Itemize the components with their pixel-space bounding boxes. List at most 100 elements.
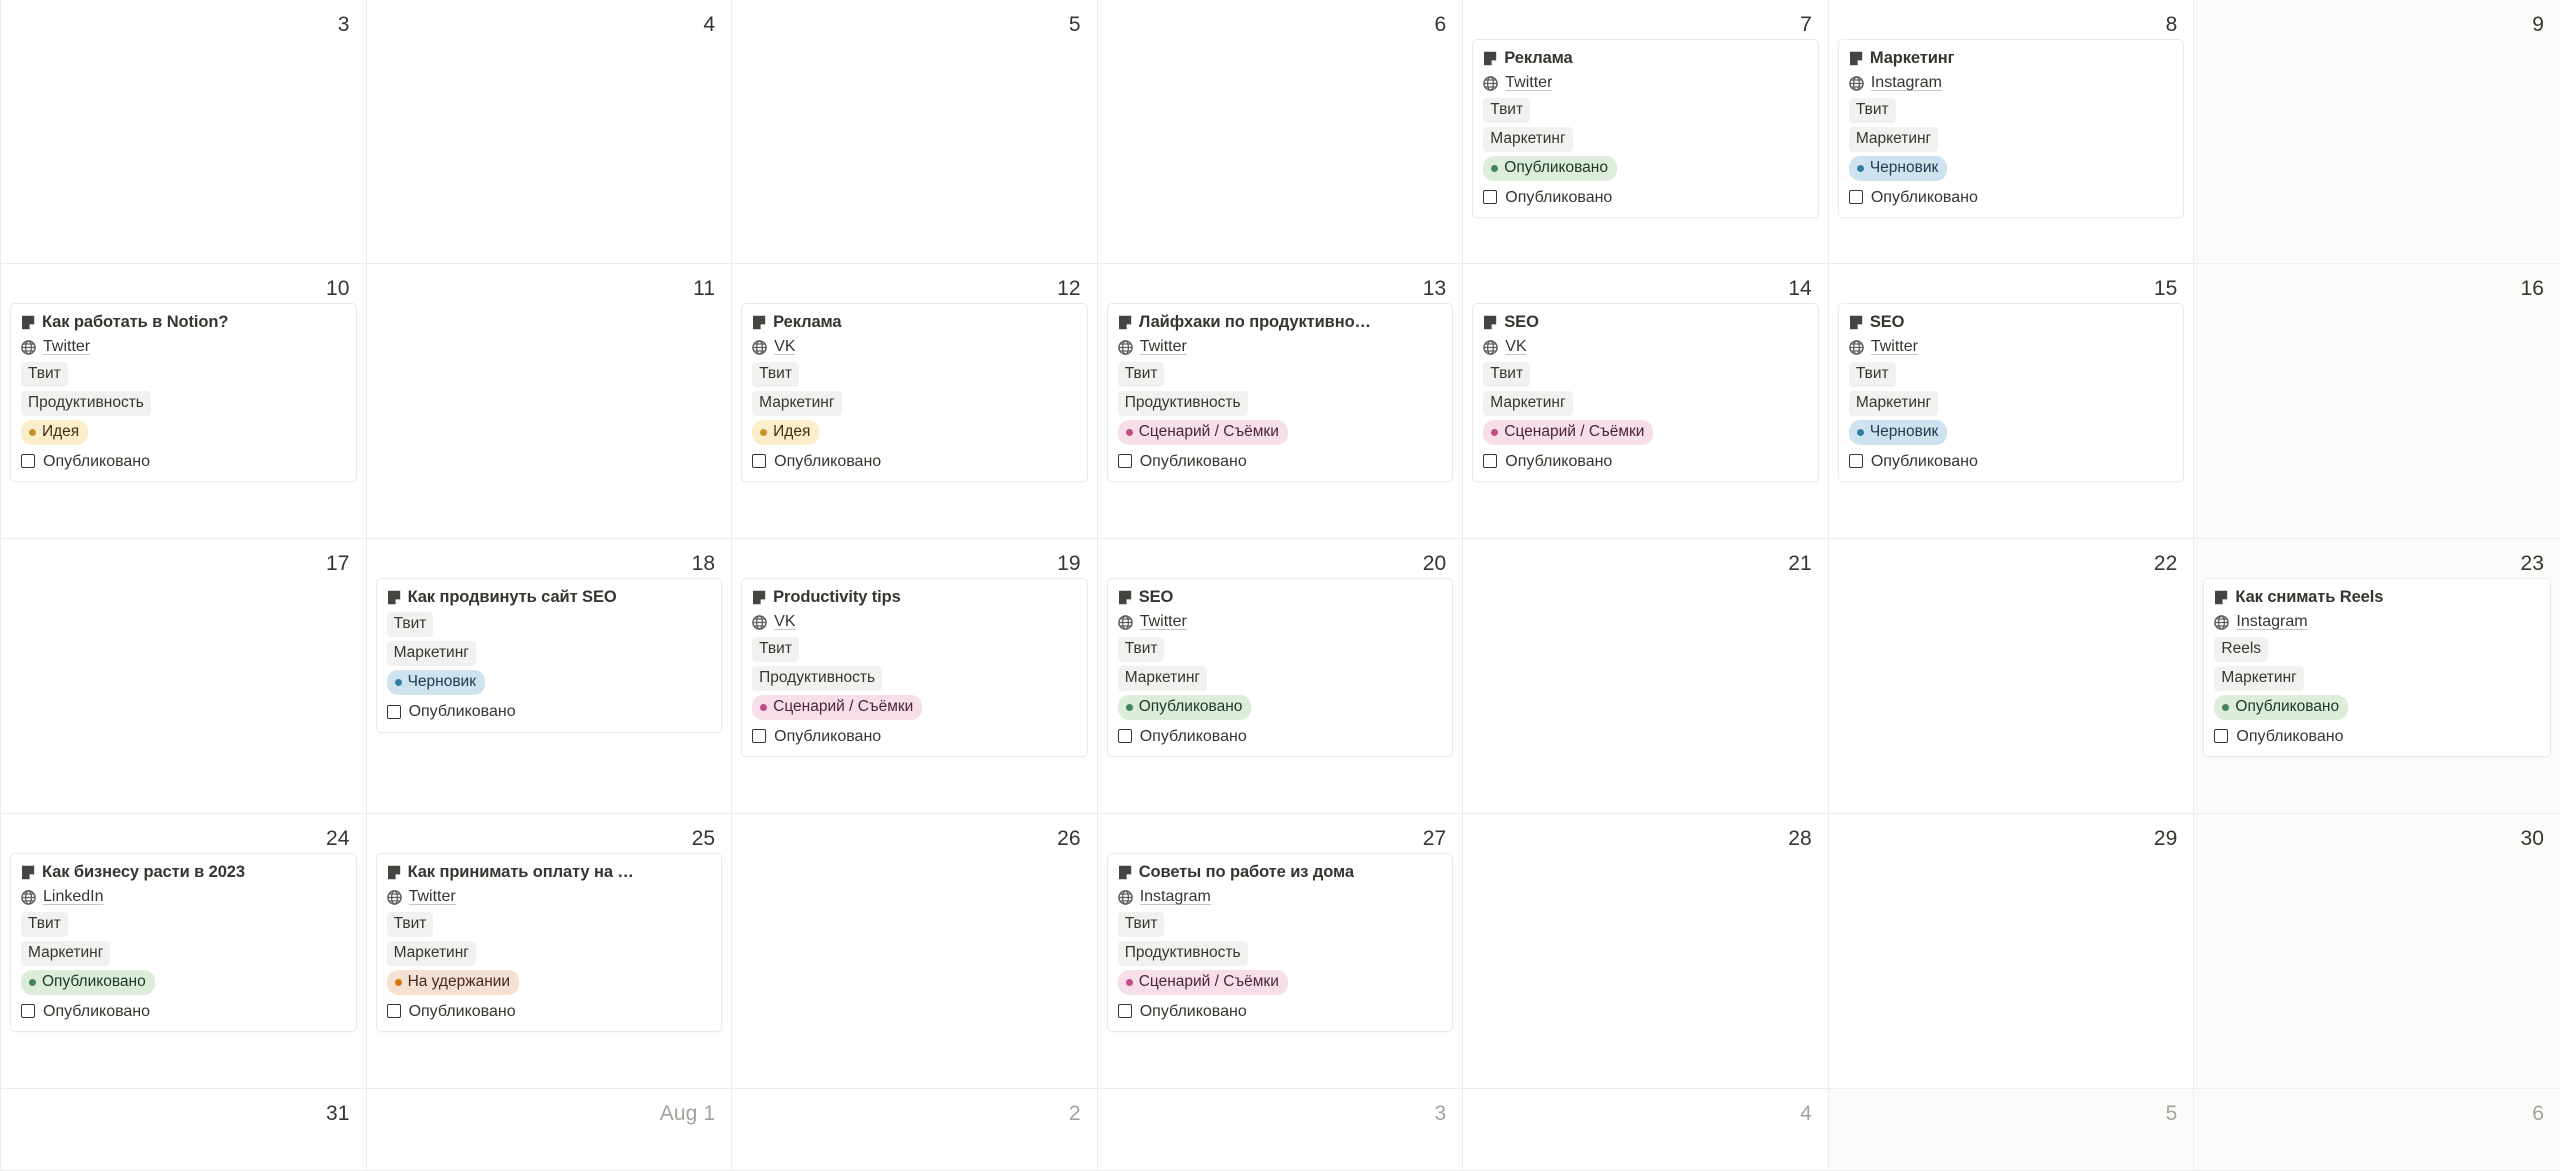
day-number[interactable]: 3	[1098, 1089, 1463, 1124]
calendar-event-card[interactable]: Реклама Twitter Твит Маркетинг Опубликовано О…	[1472, 39, 1819, 219]
card-url-link[interactable]: VK	[774, 336, 795, 358]
calendar-day-cell[interactable]: 8 Маркетинг Instagram Твит Маркетинг Черновик…	[1828, 0, 2195, 264]
calendar-event-card[interactable]: Как принимать оплату на … Twitter Твит Марк…	[375, 853, 723, 1033]
card-url-link[interactable]: Twitter	[1140, 336, 1187, 358]
day-number[interactable]: 5	[732, 0, 1097, 35]
status-badge[interactable]: Опубликовано	[1117, 694, 1252, 720]
day-number[interactable]: Aug 1	[367, 1089, 732, 1124]
card-tag[interactable]: Твит	[752, 361, 799, 387]
calendar-day-cell[interactable]: 3	[1097, 1089, 1464, 1171]
calendar-event-card[interactable]: SEO Twitter Твит Маркетинг Опубликовано Опубл…	[1106, 578, 1454, 758]
day-number[interactable]: 12	[732, 264, 1097, 299]
calendar-day-cell[interactable]: 3	[1, 0, 367, 264]
status-badge[interactable]: Сценарий / Съёмки	[1483, 419, 1654, 445]
calendar-day-cell[interactable]: 29	[1828, 814, 2195, 1089]
day-number[interactable]: 18	[367, 539, 732, 574]
calendar-day-cell[interactable]: Aug 1	[366, 1089, 733, 1171]
card-tag[interactable]: Маркетинг	[386, 641, 476, 667]
calendar-day-cell[interactable]: 16	[2194, 264, 2560, 539]
calendar-day-cell[interactable]: 14 SEO VK Твит Маркетинг Сценарий / Съёмки Опу…	[1463, 264, 1829, 539]
status-badge[interactable]: Черновик	[1848, 419, 1948, 445]
card-tag[interactable]: Маркетинг	[2214, 665, 2304, 691]
card-tag[interactable]: Твит	[386, 911, 434, 937]
card-url-link[interactable]: Twitter	[43, 336, 90, 358]
status-badge[interactable]: Черновик	[386, 670, 485, 696]
day-number[interactable]: 27	[1098, 814, 1463, 849]
published-checkbox[interactable]	[1848, 190, 1863, 205]
day-number[interactable]: 9	[2194, 0, 2560, 35]
day-number[interactable]: 13	[1098, 264, 1463, 299]
day-number[interactable]: 11	[367, 264, 732, 299]
calendar-day-cell[interactable]: 23 Как снимать Reels Instagram Reels Маркети…	[2194, 539, 2560, 814]
card-tag[interactable]: Маркетинг	[1848, 390, 1939, 416]
calendar-event-card[interactable]: SEO VK Твит Маркетинг Сценарий / Съёмки Опубл…	[1472, 303, 1819, 483]
calendar-day-cell[interactable]: 6	[1097, 0, 1464, 264]
published-checkbox[interactable]	[386, 1004, 401, 1019]
calendar-day-cell[interactable]: 22	[1828, 539, 2195, 814]
card-url-link[interactable]: LinkedIn	[43, 886, 104, 908]
published-checkbox[interactable]	[1117, 1004, 1132, 1019]
card-tag[interactable]: Маркетинг	[752, 390, 842, 416]
day-number[interactable]: 4	[367, 0, 732, 35]
calendar-event-card[interactable]: Маркетинг Instagram Твит Маркетинг Черновик О…	[1837, 39, 2185, 219]
published-checkbox[interactable]	[752, 729, 767, 744]
calendar-day-cell[interactable]: 2	[732, 1089, 1098, 1171]
calendar-day-cell[interactable]: 4	[1463, 1089, 1829, 1171]
status-badge[interactable]: Сценарий / Съёмки	[1117, 419, 1288, 445]
calendar-event-card[interactable]: Советы по работе из дома Instagram Твит Про…	[1106, 853, 1454, 1033]
card-tag[interactable]: Маркетинг	[386, 940, 476, 966]
card-tag[interactable]: Reels	[2214, 636, 2269, 662]
card-tag[interactable]: Твит	[1117, 636, 1165, 662]
card-url-link[interactable]: Twitter	[1505, 72, 1552, 94]
calendar-day-cell[interactable]: 28	[1463, 814, 1829, 1089]
published-checkbox[interactable]	[1483, 190, 1498, 205]
card-tag[interactable]: Продуктивность	[752, 665, 883, 691]
day-number[interactable]: 29	[1829, 814, 2194, 849]
status-badge[interactable]: Сценарий / Съёмки	[1117, 969, 1288, 995]
calendar-day-cell[interactable]: 26	[732, 814, 1098, 1089]
published-checkbox[interactable]	[1117, 729, 1132, 744]
calendar-event-card[interactable]: Лайфхаки по продуктивно… Twitter Твит Проду…	[1106, 303, 1454, 483]
calendar-event-card[interactable]: Реклама VK Твит Маркетинг Идея Опубликовано	[741, 303, 1088, 483]
day-number[interactable]: 26	[732, 814, 1097, 849]
card-tag[interactable]: Твит	[386, 612, 434, 638]
published-checkbox[interactable]	[752, 454, 767, 469]
published-checkbox[interactable]	[1483, 454, 1498, 469]
calendar-day-cell[interactable]: 31	[1, 1089, 367, 1171]
day-number[interactable]: 21	[1463, 539, 1828, 574]
calendar-day-cell[interactable]: 11	[366, 264, 733, 539]
card-tag[interactable]: Маркетинг	[1117, 665, 1208, 691]
published-checkbox[interactable]	[1848, 454, 1863, 469]
calendar-day-cell[interactable]: 17	[1, 539, 367, 814]
card-url-link[interactable]: VK	[774, 611, 795, 633]
calendar-day-cell[interactable]: 24 Как бизнесу расти в 2023 LinkedIn Твит Ма…	[1, 814, 367, 1089]
card-tag[interactable]: Твит	[21, 361, 68, 387]
calendar-day-cell[interactable]: 30	[2194, 814, 2560, 1089]
card-tag[interactable]: Продуктивность	[1117, 940, 1248, 966]
card-tag[interactable]: Маркетинг	[21, 940, 111, 966]
status-badge[interactable]: Опубликовано	[2214, 694, 2349, 720]
card-tag[interactable]: Твит	[1117, 911, 1165, 937]
calendar-day-cell[interactable]: 5	[1828, 1089, 2195, 1171]
calendar-day-cell[interactable]: 5	[732, 0, 1098, 264]
card-url-link[interactable]: Twitter	[1140, 611, 1187, 633]
status-badge[interactable]: Идея	[752, 419, 820, 445]
card-tag[interactable]: Твит	[1483, 361, 1531, 387]
status-badge[interactable]: Сценарий / Съёмки	[752, 694, 923, 720]
calendar-day-cell[interactable]: 9	[2194, 0, 2560, 264]
card-url-link[interactable]: Instagram	[2236, 611, 2307, 633]
day-number[interactable]: 25	[367, 814, 732, 849]
card-url-link[interactable]: Instagram	[1140, 886, 1211, 908]
card-url-link[interactable]: Twitter	[409, 886, 456, 908]
card-tag[interactable]: Продуктивность	[21, 390, 151, 416]
day-number[interactable]: 4	[1463, 1089, 1828, 1124]
day-number[interactable]: 28	[1463, 814, 1828, 849]
day-number[interactable]: 6	[2194, 1089, 2560, 1124]
day-number[interactable]: 7	[1463, 0, 1828, 35]
status-badge[interactable]: На удержании	[386, 969, 520, 995]
calendar-day-cell[interactable]: 12 Реклама VK Твит Маркетинг Идея Опубликовано	[732, 264, 1098, 539]
day-number[interactable]: 15	[1829, 264, 2194, 299]
card-url-link[interactable]: Instagram	[1871, 72, 1942, 94]
calendar-event-card[interactable]: Productivity tips VK Твит Продуктивность Сце…	[741, 578, 1088, 758]
card-url-link[interactable]: VK	[1505, 336, 1526, 358]
